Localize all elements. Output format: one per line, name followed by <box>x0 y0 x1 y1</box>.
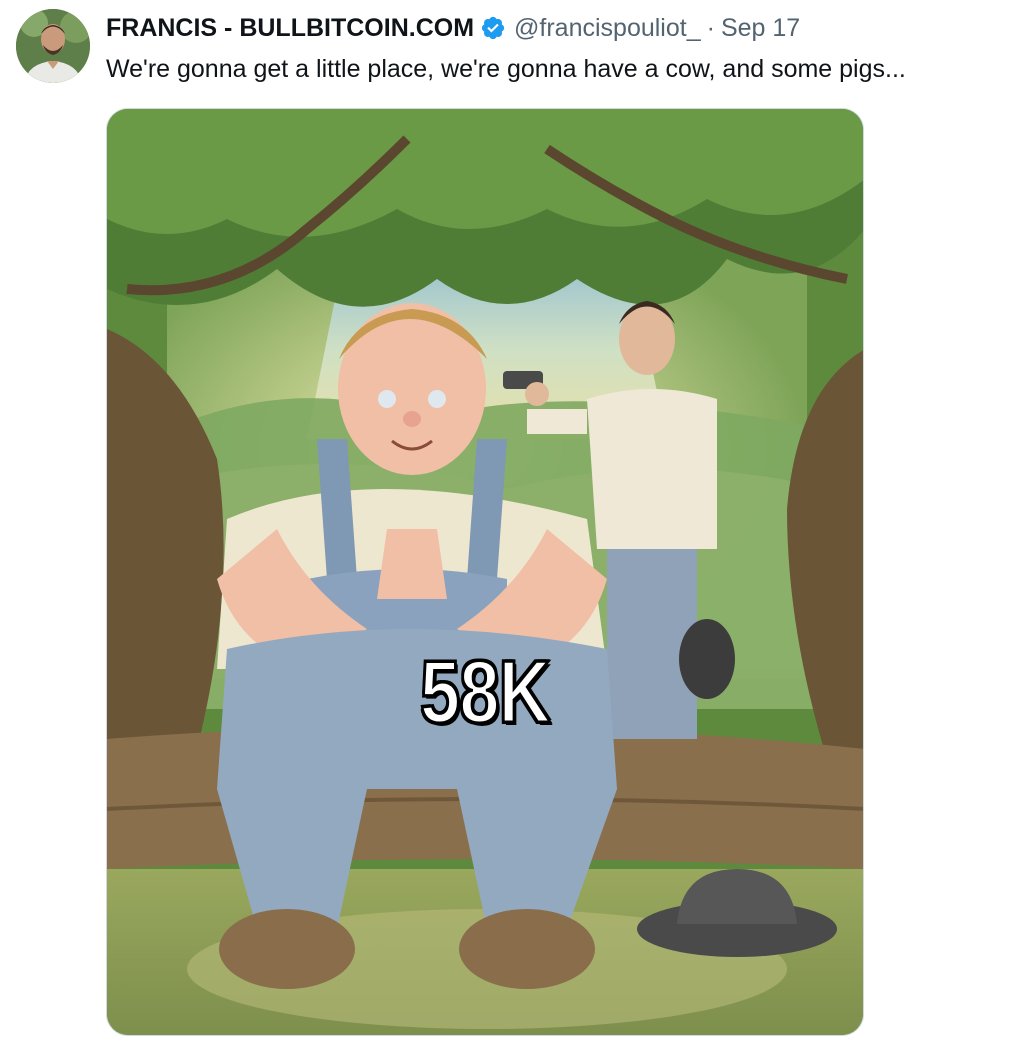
header-separator: · <box>706 13 715 42</box>
verified-badge-icon <box>480 15 506 41</box>
tweet-text: We're gonna get a little place, we're go… <box>106 55 906 83</box>
tweet: FRANCIS - BULLBITCOIN.COM @francispoulio… <box>0 0 1012 1048</box>
tweet-header: FRANCIS - BULLBITCOIN.COM @francispoulio… <box>106 10 800 46</box>
author-handle[interactable]: @francispouliot_ <box>514 14 701 43</box>
author-avatar[interactable] <box>16 9 90 83</box>
meme-illustration <box>107 109 863 1035</box>
avatar-image <box>16 9 90 83</box>
author-display-name[interactable]: FRANCIS - BULLBITCOIN.COM <box>106 14 474 43</box>
tweet-media-image[interactable]: 58K <box>106 108 864 1036</box>
tweet-date[interactable]: Sep 17 <box>721 14 800 43</box>
